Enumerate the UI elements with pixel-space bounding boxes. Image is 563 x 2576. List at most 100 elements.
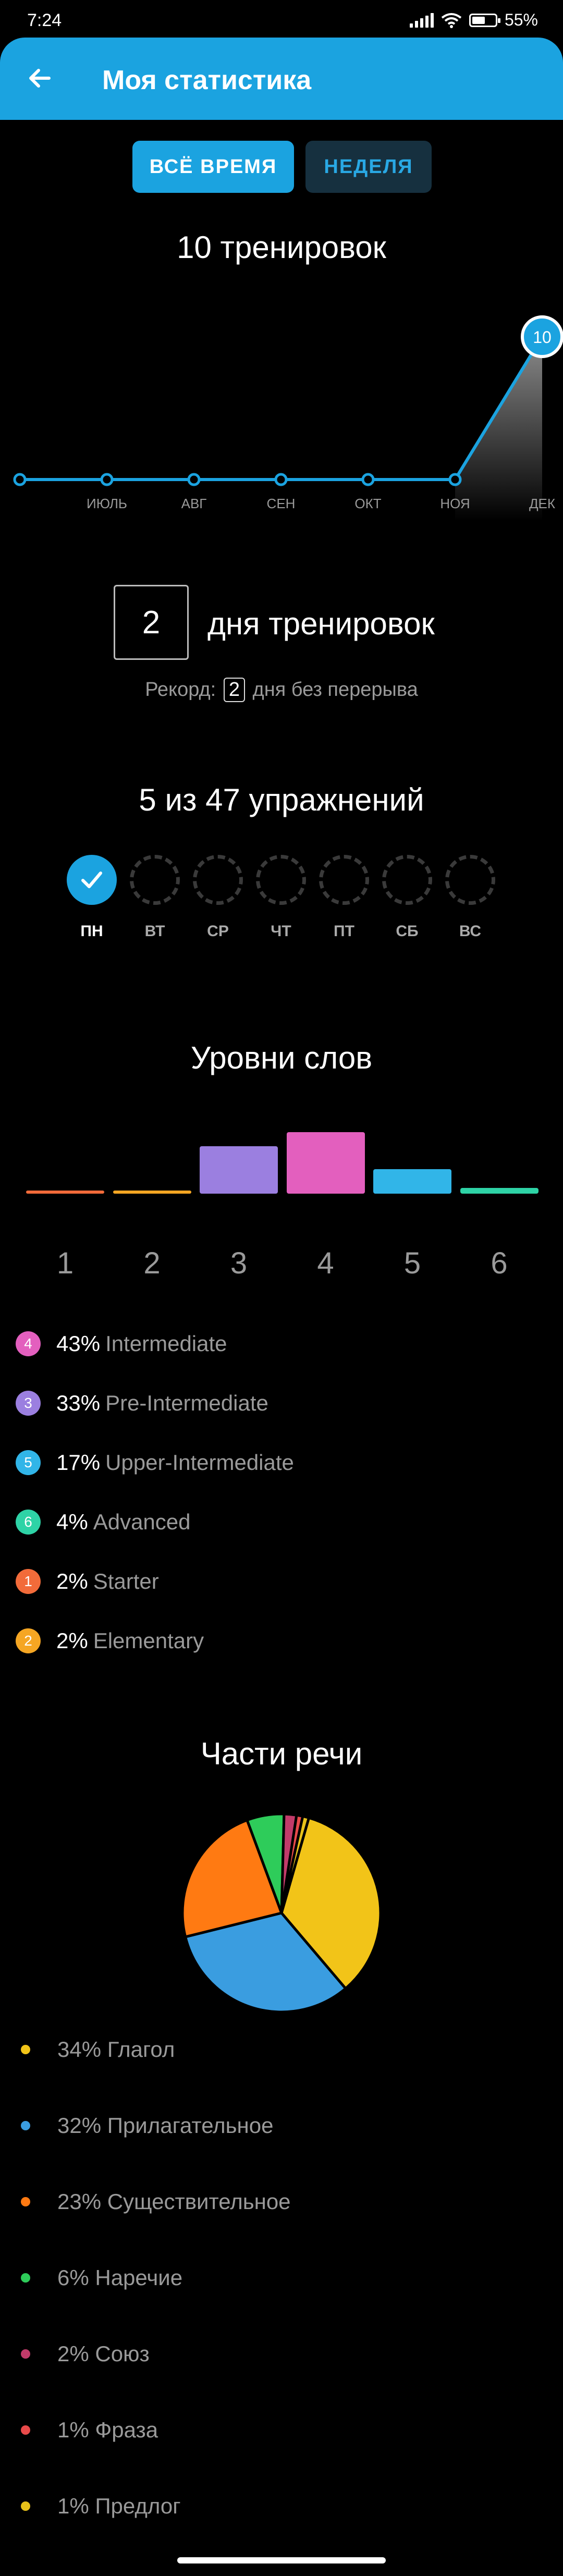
level-badge: 4 xyxy=(16,1331,41,1356)
level-badge: 1 xyxy=(16,1569,41,1594)
pos-color-dot xyxy=(21,2501,30,2511)
level-percent: 4% xyxy=(56,1510,88,1534)
level-bar-2 xyxy=(113,1191,191,1194)
day-pending-circle xyxy=(445,855,495,905)
wifi-icon xyxy=(441,13,462,28)
pos-label: 32% Прилагательное xyxy=(57,2113,274,2138)
level-legend-item: 2 2% Elementary xyxy=(16,1625,204,1657)
level-bar-6 xyxy=(460,1188,538,1194)
pos-legend-item: 23% Существительное xyxy=(21,2186,291,2217)
level-legend-item: 1 2% Starter xyxy=(16,1566,159,1597)
level-label: 2 xyxy=(143,1246,161,1280)
day-label: ПТ xyxy=(334,923,354,940)
streak-value: 2 xyxy=(142,604,161,641)
back-arrow-icon[interactable] xyxy=(24,63,55,94)
level-percent: 17% xyxy=(56,1450,101,1475)
day-done-circle xyxy=(67,855,117,905)
day-5: ПТ xyxy=(317,855,371,940)
pos-legend-item: 2% Союз xyxy=(21,2338,150,2370)
pos-legend-item: 1% Предлог xyxy=(21,2491,181,2522)
chart-area xyxy=(455,337,542,521)
day-label: ПН xyxy=(80,923,103,940)
level-percent: 43% xyxy=(56,1331,101,1356)
level-percent: 33% xyxy=(56,1391,101,1415)
level-name: Pre-Intermediate xyxy=(105,1391,268,1415)
day-7: ВС xyxy=(443,855,497,940)
pos-color-dot xyxy=(21,2045,30,2054)
status-bar: 7:24 55% xyxy=(0,0,563,42)
pos-label: 2% Союз xyxy=(57,2341,150,2366)
signal-icon xyxy=(409,13,434,28)
all-time-tab[interactable]: ВСЁ ВРЕМЯ xyxy=(132,141,294,193)
pos-label: 1% Фраза xyxy=(57,2418,158,2442)
day-label: ВТ xyxy=(144,923,165,940)
battery-icon xyxy=(469,13,500,27)
day-pending-circle xyxy=(193,855,243,905)
level-percent: 2% xyxy=(56,1628,88,1653)
pos-color-dot xyxy=(21,2121,30,2130)
level-label: 3 xyxy=(230,1246,248,1280)
level-bar-1 xyxy=(26,1191,104,1194)
app-bar: Моя статистика xyxy=(0,38,563,120)
level-label: 6 xyxy=(491,1246,508,1280)
chart-series-line xyxy=(20,336,544,481)
level-name: Intermediate xyxy=(105,1331,227,1356)
day-6: СБ xyxy=(380,855,434,940)
status-time: 7:24 xyxy=(27,10,62,30)
chart-highlight-label: 10 xyxy=(533,328,552,347)
day-1: ПН xyxy=(65,855,119,940)
day-pending-circle xyxy=(256,855,306,905)
chart-point xyxy=(13,473,27,486)
level-name: Upper-Intermediate xyxy=(105,1450,294,1475)
level-badge: 5 xyxy=(16,1450,41,1475)
chart-x-tick: СЕН xyxy=(267,496,296,511)
page-title: Моя статистика xyxy=(102,65,312,95)
pos-color-dot xyxy=(21,2197,30,2206)
chart-x-tick: НОЯ xyxy=(440,496,470,511)
level-legend-item: 6 4% Advanced xyxy=(16,1506,191,1538)
word-levels-title: Уровни слов xyxy=(190,1040,373,1075)
level-label: 1 xyxy=(56,1246,74,1280)
status-icons: 55% xyxy=(409,10,538,30)
level-bar-3 xyxy=(200,1146,278,1194)
level-badge: 2 xyxy=(16,1628,41,1653)
parts-of-speech-pie xyxy=(181,1812,382,2014)
week-tab[interactable]: НЕДЕЛЯ xyxy=(305,141,432,193)
check-icon xyxy=(81,872,102,888)
pos-label: 1% Предлог xyxy=(57,2494,181,2518)
chart-x-tick: ИЮЛЬ xyxy=(87,496,127,511)
day-pending-circle xyxy=(319,855,369,905)
level-legend-item: 3 33% Pre-Intermediate xyxy=(16,1388,268,1419)
level-legend-item: 5 17% Upper-Intermediate xyxy=(16,1447,294,1478)
home-indicator[interactable] xyxy=(177,2557,386,2563)
day-label: СР xyxy=(207,923,229,940)
day-pending-circle xyxy=(130,855,180,905)
pos-color-dot xyxy=(21,2273,30,2283)
parts-of-speech-title: Части речи xyxy=(200,1736,363,1771)
level-bar-4 xyxy=(286,1132,365,1194)
chart-point xyxy=(361,473,375,486)
level-name: Elementary xyxy=(93,1628,204,1653)
record-value: 2 xyxy=(223,678,245,702)
pos-label: 34% Глагол xyxy=(57,2037,175,2062)
pos-legend-item: 32% Прилагательное xyxy=(21,2110,273,2141)
day-2: ВТ xyxy=(128,855,182,940)
battery-percent: 55% xyxy=(504,10,538,29)
record-line: Рекорд: 2 дня без перерыва xyxy=(0,678,563,702)
chart-point xyxy=(448,473,462,486)
record-prefix: Рекорд: xyxy=(145,679,216,701)
level-name: Advanced xyxy=(93,1510,191,1534)
level-percent: 2% xyxy=(56,1569,88,1593)
chart-x-tick: ОКТ xyxy=(354,496,381,511)
level-label: 4 xyxy=(317,1246,334,1280)
day-pending-circle xyxy=(382,855,432,905)
level-bar-5 xyxy=(373,1169,451,1194)
exercises-title: 5 из 47 упражнений xyxy=(139,782,424,817)
pos-label: 6% Наречие xyxy=(57,2265,183,2290)
pos-legend-item: 6% Наречие xyxy=(21,2262,182,2293)
chart-point xyxy=(274,473,288,486)
pos-legend-item: 1% Фраза xyxy=(21,2414,158,2446)
streak-label: дня тренировок xyxy=(207,606,435,641)
level-legend-item: 4 43% Intermediate xyxy=(16,1328,227,1359)
record-suffix: дня без перерыва xyxy=(252,679,418,701)
